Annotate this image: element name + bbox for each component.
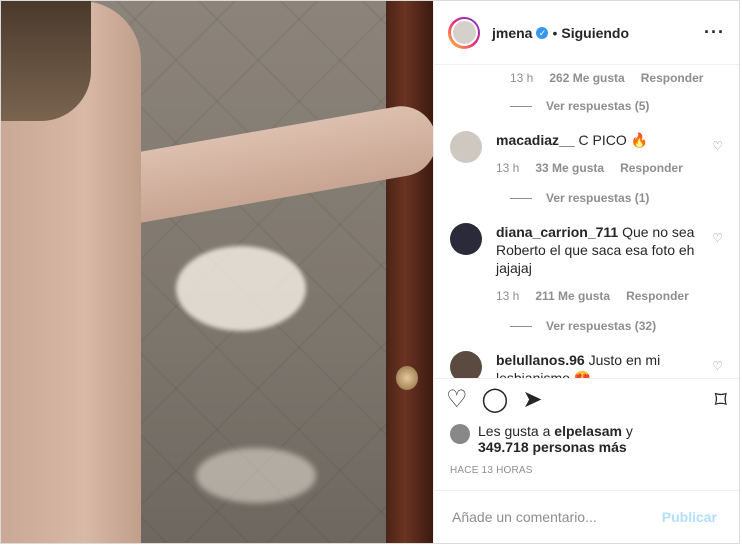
save-bookmark-icon[interactable]: ⌑	[715, 386, 727, 415]
commenter-avatar[interactable]	[450, 351, 482, 378]
comment-bubble-icon[interactable]: ◯	[482, 388, 509, 412]
reply-button[interactable]: Responder	[620, 159, 683, 177]
image-light-spot	[176, 246, 306, 331]
likes-prefix: Les gusta a	[478, 423, 551, 439]
image-light-spot	[196, 448, 316, 503]
likes-and: y	[625, 423, 633, 439]
post-header: jmena ✓ • Siguiendo ···	[434, 1, 739, 65]
like-comment-heart-icon[interactable]: ♡	[712, 231, 723, 305]
view-replies-button[interactable]: Ver respuestas (1)	[510, 191, 723, 205]
view-replies-button[interactable]: Ver respuestas (32)	[510, 319, 723, 333]
comment-item: belullanos.96 Justo en mi lesbianismo 😍 …	[450, 351, 723, 378]
comment-meta: 13 h 211 Me gusta Responder	[496, 287, 706, 305]
like-comment-heart-icon[interactable]: ♡	[712, 359, 723, 378]
author-username[interactable]: jmena	[492, 25, 532, 41]
comment-time: 13 h	[510, 71, 534, 85]
reply-button[interactable]: Responder	[641, 71, 704, 85]
comment-item: macadiaz__ C PICO 🔥 13 h 33 Me gusta Res…	[450, 131, 723, 177]
more-options-icon[interactable]: ···	[704, 22, 725, 43]
verified-badge-icon: ✓	[536, 26, 549, 39]
comment-input[interactable]	[450, 508, 656, 526]
image-door	[386, 1, 433, 543]
like-comment-heart-icon[interactable]: ♡	[712, 139, 723, 177]
commenter-avatar[interactable]	[450, 223, 482, 255]
commenter-username[interactable]: diana_carrion_711	[496, 224, 618, 240]
post-card: jmena ✓ • Siguiendo ··· 13 h 262 Me gust…	[0, 0, 740, 544]
post-image[interactable]	[1, 1, 433, 543]
following-button[interactable]: Siguiendo	[561, 25, 629, 41]
comment-time: 13 h	[496, 289, 520, 303]
liker-avatar[interactable]	[450, 424, 470, 444]
commenter-username[interactable]: belullanos.96	[496, 352, 585, 368]
comment-likes[interactable]: 211 Me gusta	[535, 287, 610, 305]
reply-button[interactable]: Responder	[626, 287, 689, 305]
likes-summary: Les gusta a elpelasam y 349.718 personas…	[434, 423, 739, 455]
commenter-avatar[interactable]	[450, 131, 482, 163]
comment-meta: 13 h 262 Me gusta Responder	[510, 71, 723, 85]
comment-text: C PICO 🔥	[578, 132, 649, 148]
share-paper-plane-icon[interactable]: ➤	[522, 388, 542, 412]
separator-dot: •	[552, 24, 558, 41]
commenter-username[interactable]: macadiaz__	[496, 132, 575, 148]
publish-button[interactable]: Publicar	[656, 508, 723, 526]
post-actions: ♡ ◯ ➤ ⌑	[434, 378, 739, 421]
liker-username[interactable]: elpelasam	[554, 423, 622, 439]
comment-item: diana_carrion_711 Que no sea Roberto el …	[450, 223, 723, 305]
add-comment-bar: Publicar	[434, 490, 739, 543]
likes-count-link[interactable]: 349.718 personas más	[478, 439, 627, 455]
comment-likes[interactable]: 33 Me gusta	[535, 159, 604, 177]
comment-time: 13 h	[496, 161, 520, 175]
image-hair	[1, 1, 91, 121]
post-sidebar: jmena ✓ • Siguiendo ··· 13 h 262 Me gust…	[433, 1, 739, 543]
comment-likes[interactable]: 262 Me gusta	[549, 71, 624, 85]
author-avatar[interactable]	[448, 16, 480, 49]
image-door-knob	[396, 366, 418, 390]
view-replies-button[interactable]: Ver respuestas (5)	[510, 99, 723, 113]
comment-meta: 13 h 33 Me gusta Responder	[496, 159, 706, 177]
post-timestamp[interactable]: HACE 13 HORAS	[434, 465, 739, 476]
like-heart-icon[interactable]: ♡	[446, 388, 468, 412]
comments-list[interactable]: 13 h 262 Me gusta Responder Ver respuest…	[434, 65, 739, 378]
